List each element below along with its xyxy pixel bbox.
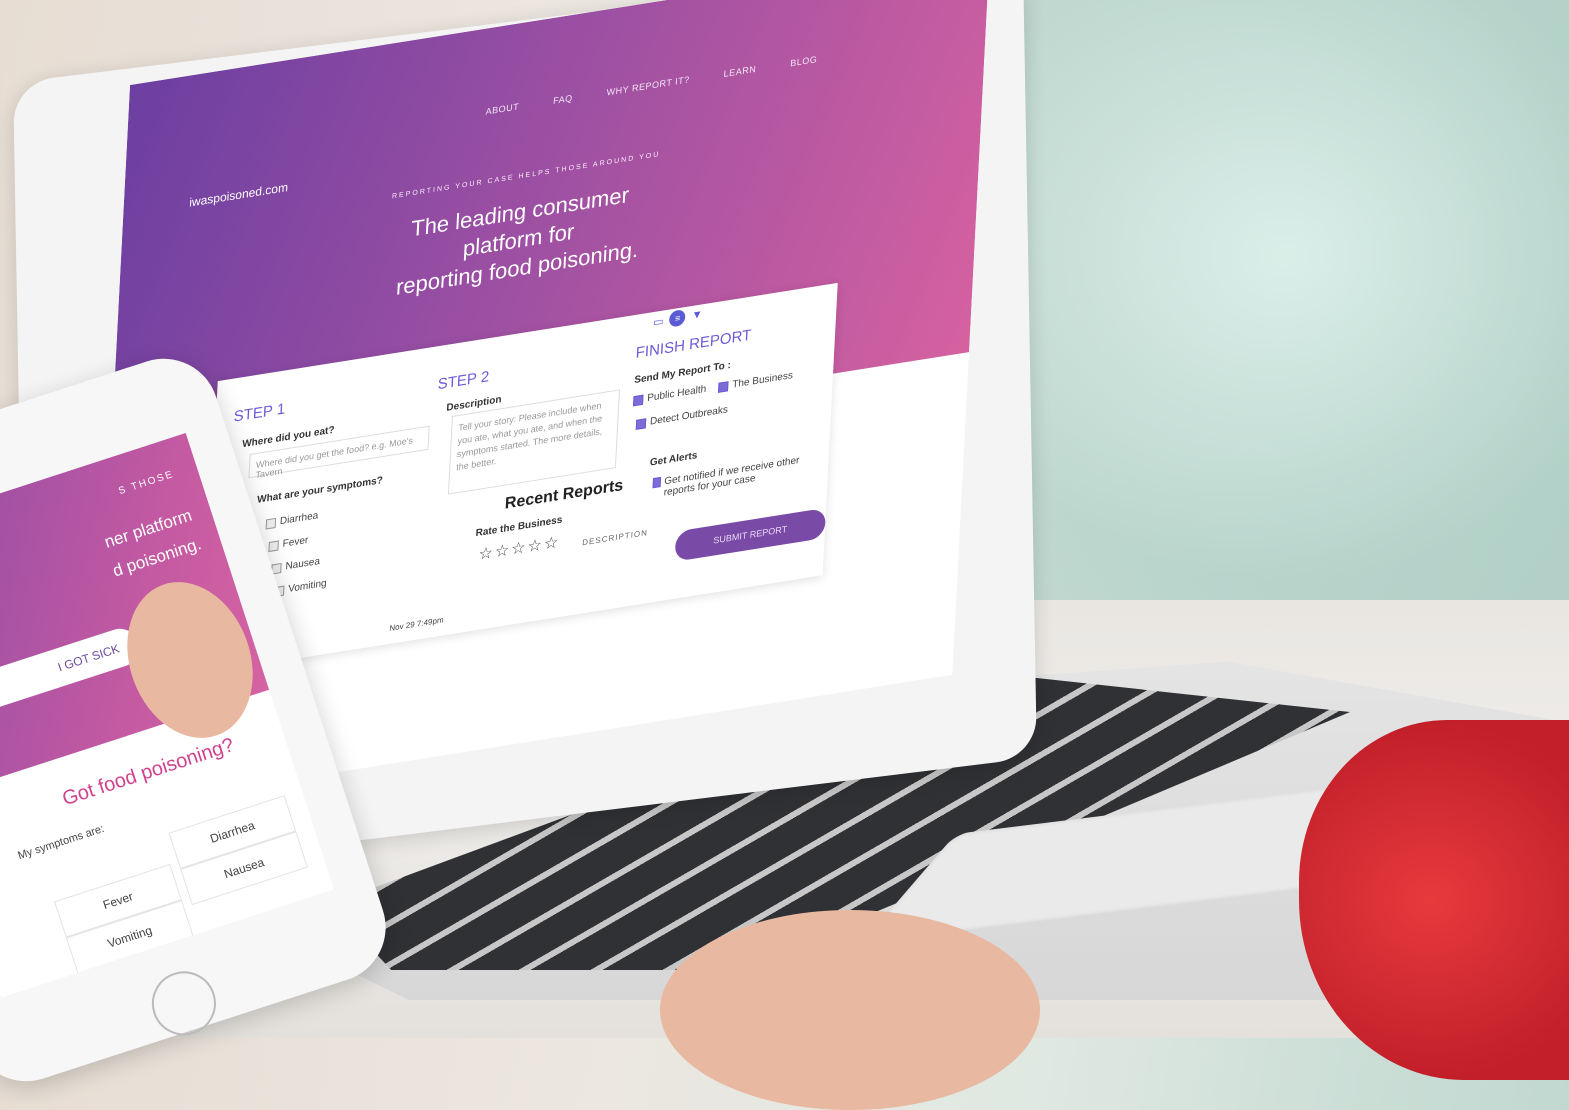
symptoms-label: What are your symptoms? [256, 474, 384, 506]
site-logo[interactable]: iwaspoisoned.com [189, 180, 288, 210]
hand [660, 910, 1040, 1110]
symptom-nausea[interactable]: Nausea [271, 556, 320, 575]
symptom-label: Nausea [285, 555, 321, 573]
symptom-diarrhea[interactable]: Diarrhea [265, 510, 319, 530]
checkbox-icon[interactable] [718, 380, 729, 393]
symptom-vomiting[interactable]: Vomiting [273, 577, 327, 597]
top-nav: ABOUT FAQ WHY REPORT IT? LEARN BLOG [485, 54, 817, 117]
list-icon[interactable]: ≡ [669, 308, 687, 328]
send-public-health[interactable]: Public Health [633, 384, 706, 407]
phone-tagline: S THOSE [117, 468, 176, 498]
symptom-fever[interactable]: Fever [268, 534, 309, 552]
checkbox-icon[interactable] [633, 394, 644, 406]
step2-title: STEP 2 [437, 368, 490, 394]
option-label: Public Health [646, 383, 707, 405]
i-got-sick-button[interactable]: I GOT SICK [0, 623, 144, 719]
nav-faq[interactable]: FAQ [553, 93, 573, 106]
nav-learn[interactable]: LEARN [723, 64, 756, 79]
filter-icon[interactable]: ▼ [691, 308, 703, 322]
nav-blog[interactable]: BLOG [790, 54, 818, 68]
option-label: The Business [731, 369, 794, 391]
symptom-label: Fever [282, 534, 309, 550]
send-detect-outbreaks[interactable]: Detect Outbreaks [635, 404, 729, 430]
nav-why-report[interactable]: WHY REPORT IT? [606, 74, 690, 97]
option-label: Detect Outbreaks [649, 404, 729, 428]
symptom-label: Vomiting [287, 577, 327, 595]
alerts-label: Get Alerts [649, 450, 698, 469]
send-the-business[interactable]: The Business [718, 370, 793, 393]
send-label: Send My Report To : [634, 359, 732, 387]
checkbox-icon[interactable] [265, 517, 277, 530]
checkbox-icon[interactable] [652, 476, 661, 489]
step1-title: STEP 1 [233, 400, 286, 426]
checkbox-icon[interactable] [635, 417, 647, 430]
map-icon[interactable]: ▭ [653, 314, 664, 329]
symptom-label: Diarrhea [279, 510, 319, 528]
finish-title: FINISH REPORT [635, 326, 752, 362]
nav-about[interactable]: ABOUT [485, 101, 519, 116]
checkbox-icon[interactable] [268, 539, 279, 552]
phone-subtitle: My symptoms are: [16, 822, 106, 863]
submit-report-button[interactable]: SUBMIT REPORT [674, 507, 827, 562]
